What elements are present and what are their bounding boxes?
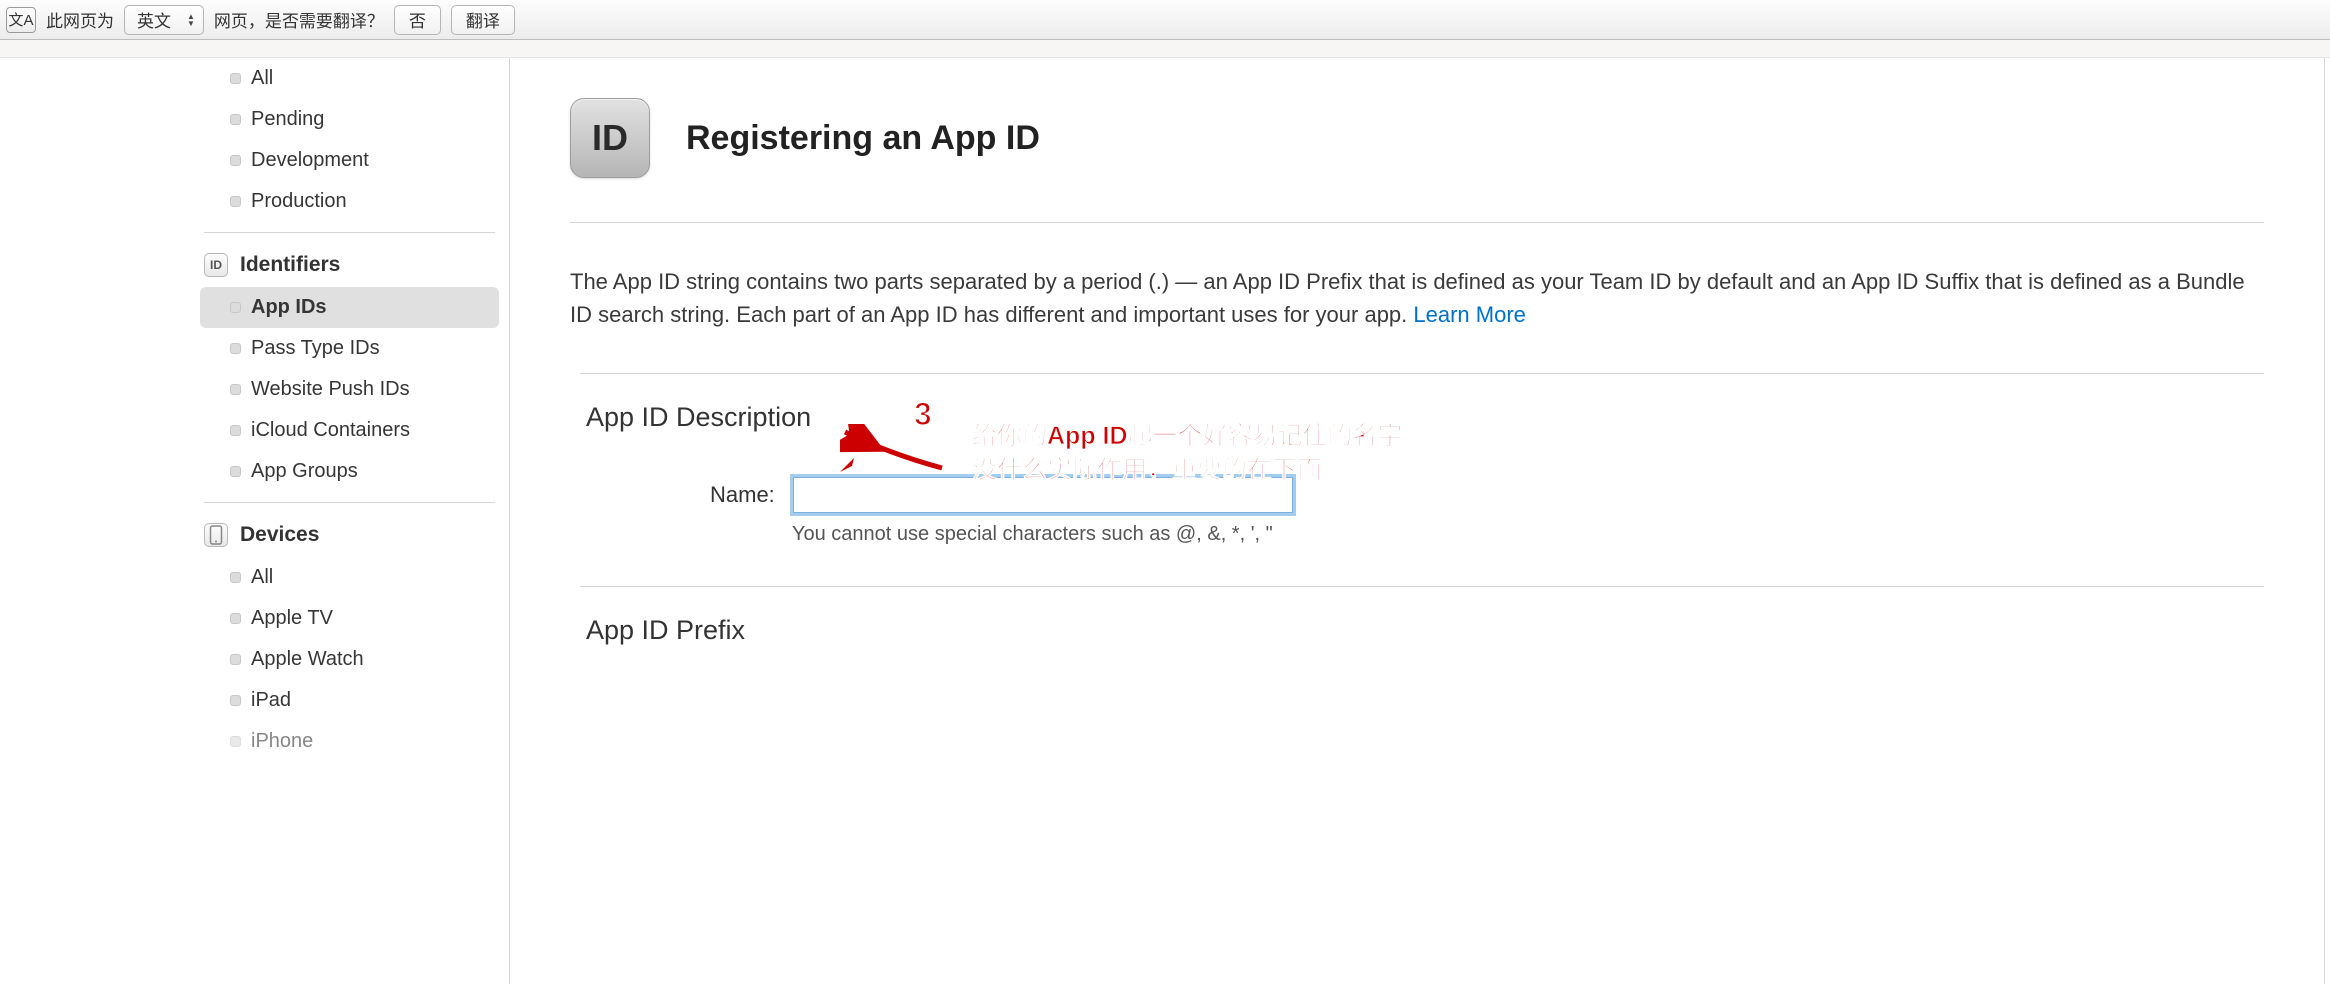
translate-no-label: 否 [409, 7, 426, 32]
sidebar-item-label: App IDs [251, 296, 327, 319]
sidebar-item-app-ids[interactable]: App IDs [200, 287, 499, 328]
name-help-text: You cannot use special characters such a… [792, 523, 2264, 546]
sidebar-item-label: Development [251, 149, 369, 172]
sidebar: All Pending Development Production ID Id… [190, 58, 510, 984]
bullet-icon [230, 654, 241, 665]
language-value: 英文 [137, 7, 171, 32]
sidebar-item-label: Apple TV [251, 607, 333, 630]
bullet-icon [230, 343, 241, 354]
sidebar-item-development[interactable]: Development [190, 140, 509, 181]
bullet-icon [230, 73, 241, 84]
sidebar-item-app-groups[interactable]: App Groups [190, 451, 509, 492]
name-input[interactable] [793, 477, 1293, 513]
translate-yes-label: 翻译 [466, 7, 500, 32]
bullet-icon [230, 695, 241, 706]
divider [204, 502, 495, 503]
sidebar-item-label: Production [251, 190, 347, 213]
sidebar-item-pending[interactable]: Pending [190, 99, 509, 140]
bullet-icon [230, 302, 241, 313]
bullet-icon [230, 196, 241, 207]
sidebar-item-apple-tv[interactable]: Apple TV [190, 598, 509, 639]
sidebar-item-label: Website Push IDs [251, 378, 410, 401]
sidebar-header-identifiers[interactable]: ID Identifiers [190, 243, 509, 287]
page-title: Registering an App ID [686, 119, 1040, 158]
name-label: Name: [710, 482, 775, 508]
sidebar-item-devices-all[interactable]: All [190, 557, 509, 598]
sidebar-item-iphone[interactable]: iPhone [190, 721, 509, 762]
translate-bar: 文A 此网页为 英文 ▲▼ 网页，是否需要翻译？ 否 翻译 [0, 0, 2330, 40]
sidebar-header-label: Devices [240, 523, 319, 547]
translate-icon[interactable]: 文A [6, 7, 36, 33]
section-heading: App ID Description [586, 402, 2264, 433]
sidebar-identifiers-list: App IDs Pass Type IDs Website Push IDs i… [190, 287, 509, 492]
select-arrows-icon: ▲▼ [187, 13, 195, 27]
sidebar-header-label: Identifiers [240, 253, 340, 277]
translate-yes-button[interactable]: 翻译 [451, 5, 515, 35]
translate-label-suffix: 网页，是否需要翻译？ [214, 7, 384, 32]
learn-more-link[interactable]: Learn More [1413, 302, 1526, 327]
app-id-badge-icon: ID [570, 98, 650, 178]
intro-paragraph: The App ID string contains two parts sep… [570, 265, 2264, 331]
sidebar-item-apple-watch[interactable]: Apple Watch [190, 639, 509, 680]
divider [570, 222, 2264, 223]
sidebar-item-ipad[interactable]: iPad [190, 680, 509, 721]
section-app-id-description: App ID Description Name: You cannot use … [580, 373, 2264, 586]
bullet-icon [230, 155, 241, 166]
device-icon [204, 523, 228, 547]
sidebar-item-icloud-containers[interactable]: iCloud Containers [190, 410, 509, 451]
sidebar-item-label: iPhone [251, 730, 313, 753]
bullet-icon [230, 114, 241, 125]
sidebar-status-list: All Pending Development Production [190, 58, 509, 222]
main-content: ID Registering an App ID The App ID stri… [510, 58, 2325, 984]
sidebar-item-label: App Groups [251, 460, 358, 483]
sidebar-item-label: Pass Type IDs [251, 337, 380, 360]
section-heading: App ID Prefix [586, 615, 2264, 646]
translate-icon-label: 文A [8, 9, 33, 30]
sidebar-item-label: All [251, 67, 273, 90]
divider [204, 232, 495, 233]
sidebar-item-label: All [251, 566, 273, 589]
bullet-icon [230, 572, 241, 583]
sidebar-item-label: Apple Watch [251, 648, 364, 671]
toolbar-spacer [0, 40, 2330, 58]
translate-no-button[interactable]: 否 [394, 5, 441, 35]
intro-text: The App ID string contains two parts sep… [570, 269, 2245, 327]
sidebar-item-pass-type-ids[interactable]: Pass Type IDs [190, 328, 509, 369]
sidebar-devices-list: All Apple TV Apple Watch iPad iPhone [190, 557, 509, 762]
title-row: ID Registering an App ID [570, 98, 2264, 178]
translate-label-prefix: 此网页为 [46, 7, 114, 32]
bullet-icon [230, 736, 241, 747]
name-field-row: Name: [710, 477, 2264, 513]
bullet-icon [230, 613, 241, 624]
sidebar-item-website-push-ids[interactable]: Website Push IDs [190, 369, 509, 410]
sidebar-item-label: iPad [251, 689, 291, 712]
bullet-icon [230, 466, 241, 477]
language-select[interactable]: 英文 ▲▼ [124, 5, 204, 35]
right-gutter [2325, 58, 2330, 984]
sidebar-header-devices[interactable]: Devices [190, 513, 509, 557]
sidebar-item-label: Pending [251, 108, 324, 131]
sidebar-item-all[interactable]: All [190, 58, 509, 99]
section-app-id-prefix: App ID Prefix [580, 586, 2264, 646]
bullet-icon [230, 425, 241, 436]
sidebar-item-production[interactable]: Production [190, 181, 509, 222]
sidebar-item-label: iCloud Containers [251, 419, 410, 442]
bullet-icon [230, 384, 241, 395]
id-icon: ID [204, 253, 228, 277]
